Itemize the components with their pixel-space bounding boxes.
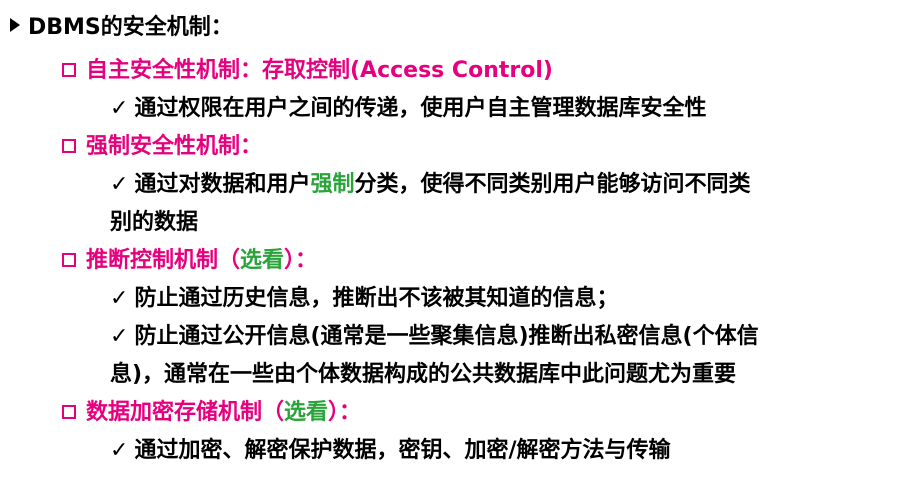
arrow-bullet-icon — [10, 18, 20, 32]
point-mac-1-continuation: 别的数据 — [110, 212, 198, 234]
point-inference-2: ✓ 防止通过公开信息(通常是一些聚集信息)推断出私密信息(个体信 — [110, 326, 759, 348]
point-text-before: 通过对数据和用户 — [134, 172, 311, 197]
point-text: 防止通过公开信息(通常是一些聚集信息)推断出私密信息(个体信 — [134, 324, 759, 349]
section-heading-note: 选看 — [284, 400, 329, 425]
check-icon: ✓ — [110, 96, 129, 121]
point-text: 通过加密、解密保护数据，密钥、加密/解密方法与传输 — [134, 438, 671, 463]
check-icon: ✓ — [110, 172, 129, 197]
section-heading-text: 数据加密存储机制（ — [86, 400, 285, 425]
point-continuation-text: 别的数据 — [110, 210, 199, 235]
section-heading-text: 强制安全性机制： — [86, 134, 263, 159]
checkbox-bullet-icon — [62, 405, 76, 419]
point-text: 通过权限在用户之间的传递，使用户自主管理数据库安全性 — [134, 96, 707, 121]
point-continuation-text: 息)，通常在一些由个体数据构成的公共数据库中此问题尤为重要 — [110, 362, 737, 387]
point-inference-1: ✓ 防止通过历史信息，推断出不该被其知道的信息； — [110, 288, 618, 310]
checkbox-bullet-icon — [62, 139, 76, 153]
checkbox-bullet-icon — [62, 253, 76, 267]
checkbox-bullet-icon — [62, 63, 76, 77]
check-icon: ✓ — [110, 438, 129, 463]
point-text-after: 分类，使得不同类别用户能够访问不同类 — [354, 172, 751, 197]
point-dac-1: ✓ 通过权限在用户之间的传递，使用户自主管理数据库安全性 — [110, 98, 706, 120]
page-title: DBMS的安全机制： — [28, 15, 233, 40]
section-heading-encryption: 数据加密存储机制（选看）： — [62, 402, 361, 424]
point-inference-2-continuation: 息)，通常在一些由个体数据构成的公共数据库中此问题尤为重要 — [110, 364, 736, 386]
section-heading-text: 自主安全性机制：存取控制(Access Control) — [86, 58, 553, 83]
section-heading-note: 选看 — [240, 248, 285, 273]
check-icon: ✓ — [110, 286, 129, 311]
point-mac-1: ✓ 通过对数据和用户强制分类，使得不同类别用户能够访问不同类 — [110, 174, 750, 196]
section-heading-mac: 强制安全性机制： — [62, 136, 262, 158]
check-icon: ✓ — [110, 324, 129, 349]
point-encryption-1: ✓ 通过加密、解密保护数据，密钥、加密/解密方法与传输 — [110, 440, 670, 462]
section-heading-end: ）： — [284, 248, 318, 273]
point-highlight: 强制 — [310, 172, 355, 197]
section-heading-end: ）： — [328, 400, 362, 425]
title-line: DBMS的安全机制： — [10, 17, 233, 39]
point-text: 防止通过历史信息，推断出不该被其知道的信息； — [134, 286, 619, 311]
section-heading-inference: 推断控制机制（选看）： — [62, 250, 317, 272]
section-heading-dac: 自主安全性机制：存取控制(Access Control) — [62, 60, 553, 82]
section-heading-text: 推断控制机制（ — [86, 248, 241, 273]
